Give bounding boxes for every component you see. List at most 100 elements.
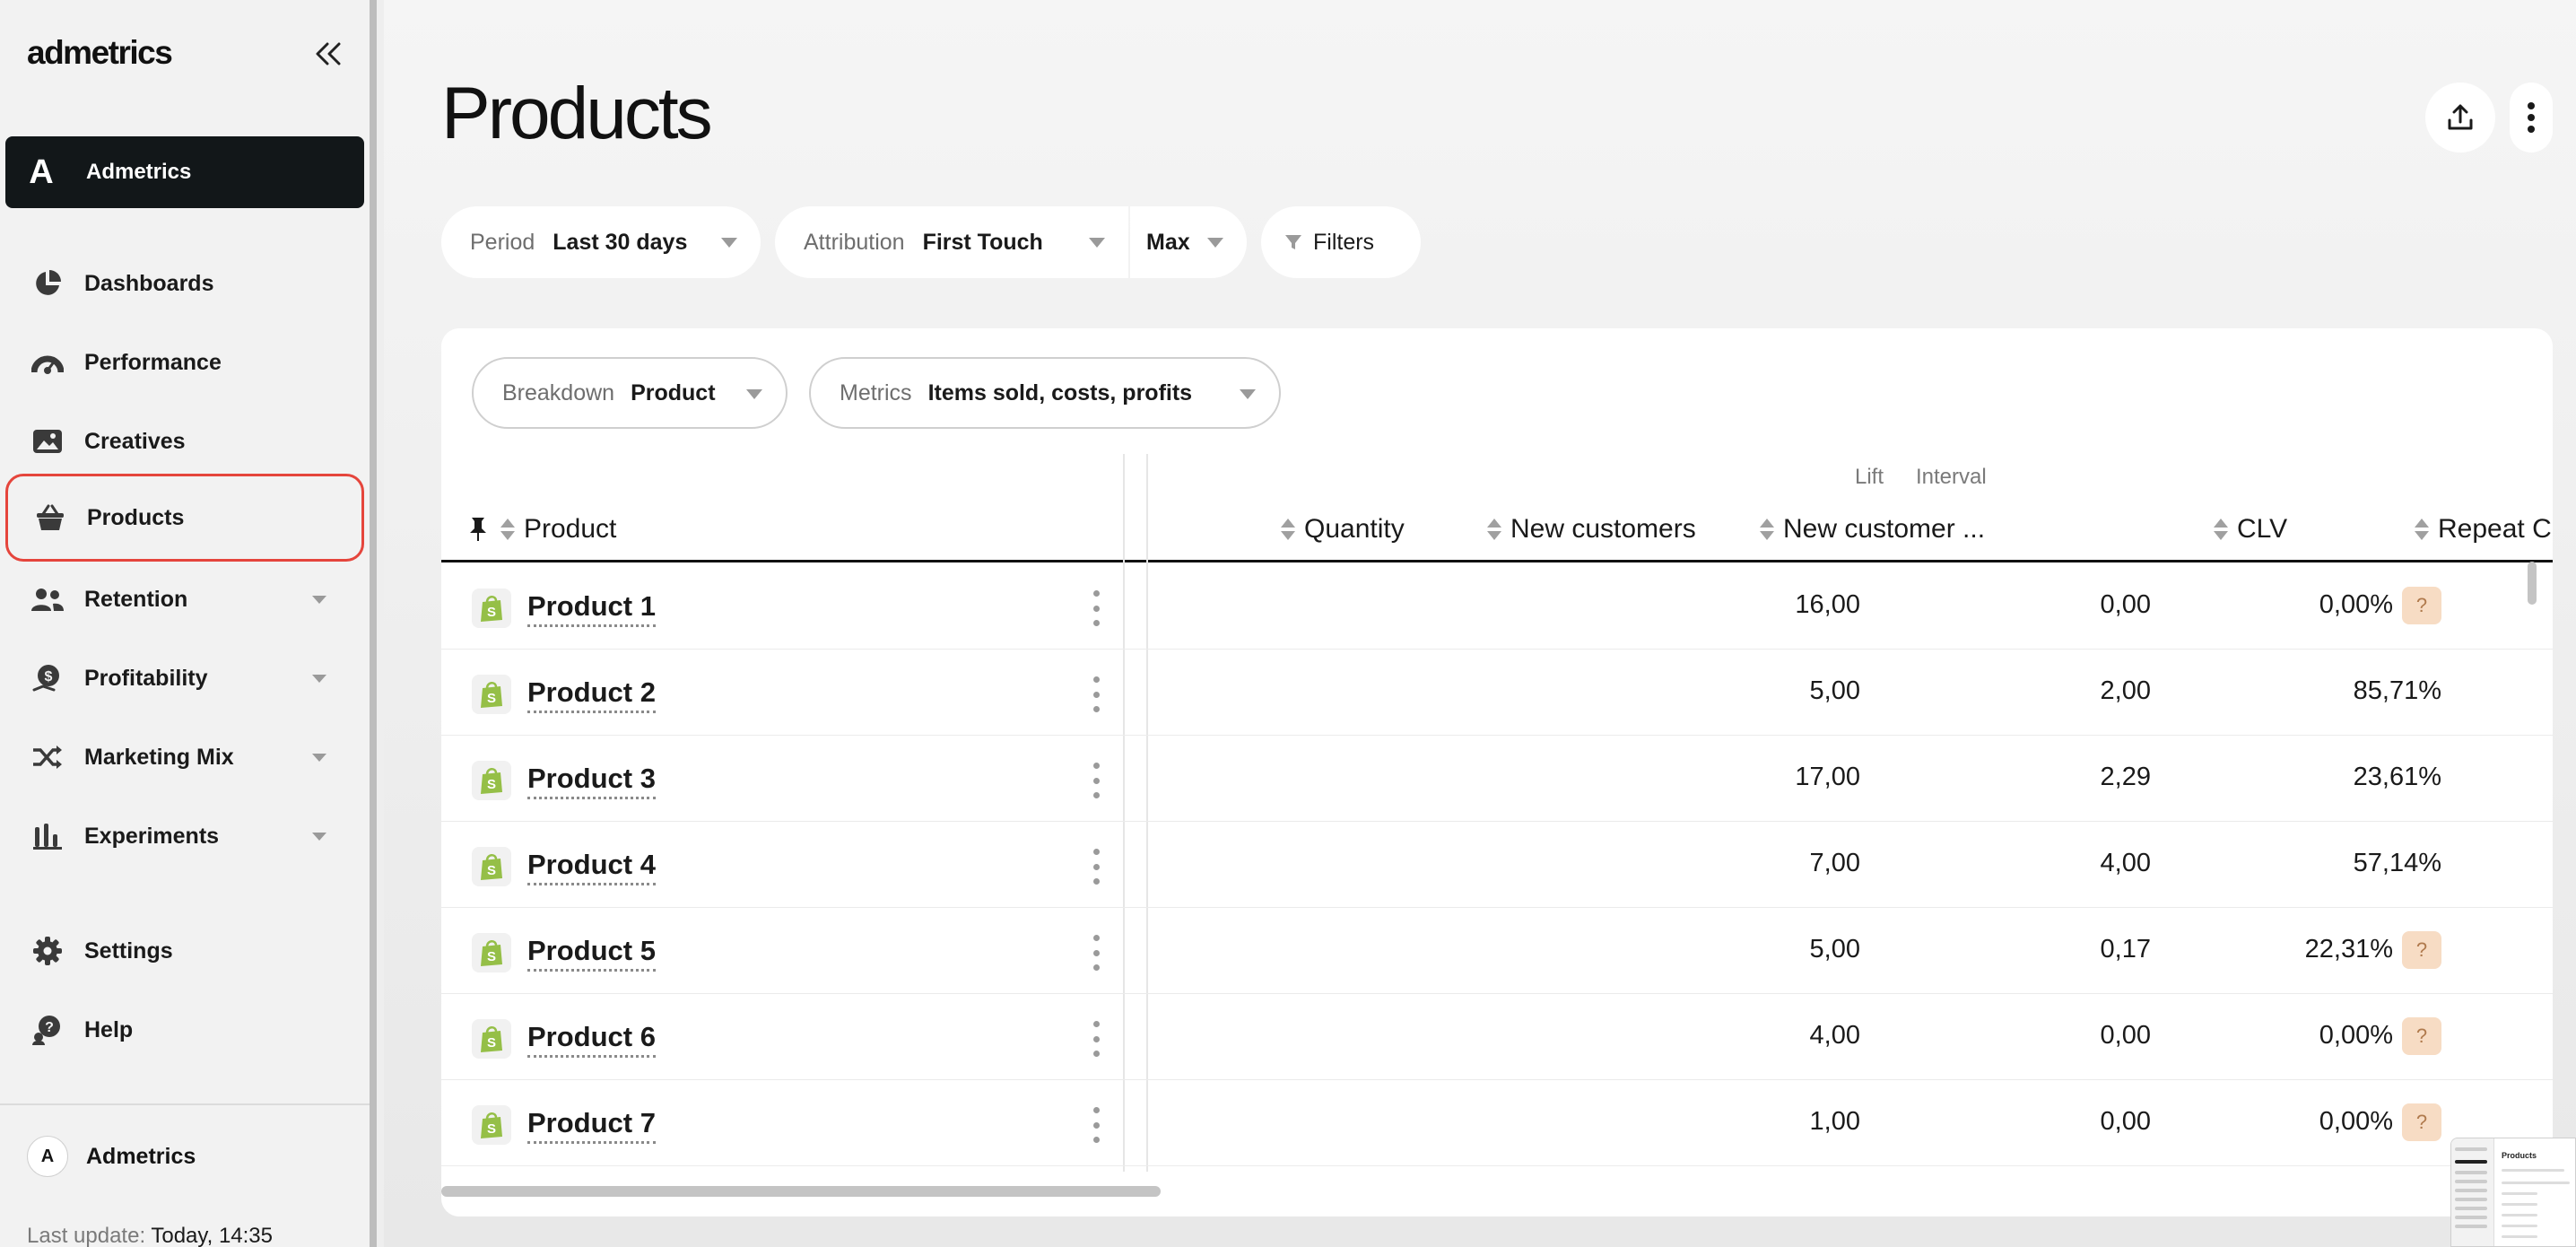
sort-icon [2214, 519, 2228, 540]
row-menu-button[interactable] [1087, 849, 1105, 885]
table-row[interactable]: SProduct 71,000,000,00%?0,00 X22 [441, 1080, 2553, 1166]
sidebar-item-label: Creatives [84, 428, 186, 454]
product-name-link[interactable]: Product 1 [527, 590, 656, 627]
lift-toggle[interactable]: Lift [1855, 465, 1884, 490]
row-menu-button[interactable] [1087, 935, 1105, 971]
table-row[interactable]: SProduct 116,000,000,00%?0,00 X-14 [441, 563, 2553, 650]
new-customer-pct-cell: 85,71% [2353, 676, 2441, 705]
column-header-clv[interactable]: CLV [2214, 508, 2287, 551]
attribution-label: Attribution [804, 229, 905, 255]
pin-icon [470, 518, 486, 541]
more-vertical-icon [1092, 763, 1100, 769]
workspace-switcher[interactable]: A Admetrics [5, 136, 364, 208]
row-menu-button[interactable] [1087, 763, 1105, 798]
new-customers-cell: 0,17 [2100, 935, 2151, 964]
table-row[interactable]: SProduct 317,002,2923,61%56,37 X11 [441, 736, 2553, 822]
breakdown-label: Breakdown [502, 379, 615, 405]
filter-icon [1285, 235, 1301, 249]
shuffle-icon [33, 746, 62, 769]
attribution-window-select[interactable]: Max [1130, 206, 1247, 278]
quantity-cell: 16,00 [1795, 590, 1860, 619]
column-header-quantity[interactable]: Quantity [1281, 508, 1405, 551]
metrics-select[interactable]: Metrics Items sold, costs, profits [809, 357, 1281, 429]
new-customer-pct-cell: 0,00% [2319, 1107, 2393, 1136]
insufficient-data-badge[interactable]: ? [2402, 1103, 2441, 1141]
more-vertical-icon [1092, 1107, 1100, 1113]
basket-icon [37, 504, 64, 530]
product-name-link[interactable]: Product 6 [527, 1021, 656, 1058]
quantity-cell: 5,00 [1809, 676, 1860, 705]
table-row[interactable]: SProduct 55,000,1722,31%?145,37 X82 [441, 908, 2553, 994]
export-button[interactable] [2425, 83, 2495, 153]
horizontal-scrollbar[interactable] [441, 1186, 1161, 1197]
help-icon: ? [32, 1016, 60, 1045]
column-header-new-customers[interactable]: New customers [1487, 508, 1696, 551]
table-row[interactable]: SProduct 47,004,0057,14%154,28 X41 [441, 822, 2553, 908]
column-header-new-customer-pct[interactable]: New customer ... [1760, 508, 1985, 551]
sidebar-item-experiments[interactable]: Experiments [5, 804, 364, 868]
sidebar-item-profitability[interactable]: $ Profitability [5, 646, 364, 711]
product-name-link[interactable]: Product 4 [527, 849, 656, 885]
column-header-label: Repeat C [2438, 514, 2552, 544]
sidebar-item-products[interactable]: Products [5, 474, 364, 562]
product-name-link[interactable]: Product 7 [527, 1107, 656, 1144]
app-logo[interactable]: admetrics [27, 34, 173, 72]
sidebar-item-help[interactable]: ? Help [5, 998, 364, 1062]
column-header-repeat[interactable]: Repeat C [2415, 508, 2552, 551]
row-menu-button[interactable] [1087, 590, 1105, 626]
table-row[interactable]: SProduct 64,000,000,00%?0,00 X61 [441, 994, 2553, 1080]
attribution-select[interactable]: Attribution First Touch [775, 206, 1128, 278]
new-customer-pct-cell: 0,00% [2319, 1021, 2393, 1050]
sidebar: admetrics A Admetrics Dashboards Perform… [0, 0, 377, 1247]
row-menu-button[interactable] [1087, 1107, 1105, 1143]
product-name-link[interactable]: Product 2 [527, 676, 656, 713]
product-name-link[interactable]: Product 5 [527, 935, 656, 972]
insufficient-data-badge[interactable]: ? [2402, 1017, 2441, 1055]
insufficient-data-badge[interactable]: ? [2402, 587, 2441, 624]
sidebar-item-dashboards[interactable]: Dashboards [5, 251, 364, 316]
insufficient-data-badge[interactable]: ? [2402, 931, 2441, 969]
interval-toggle[interactable]: Interval [1916, 465, 1987, 490]
attribution-value: First Touch [922, 229, 1043, 255]
sidebar-item-label: Settings [84, 937, 173, 964]
row-menu-button[interactable] [1087, 1021, 1105, 1057]
period-value: Last 30 days [553, 229, 688, 255]
sidebar-item-marketing-mix[interactable]: Marketing Mix [5, 725, 364, 789]
row-menu-button[interactable] [1087, 676, 1105, 712]
new-customers-cell: 0,00 [2100, 590, 2151, 619]
more-vertical-icon [1092, 935, 1100, 941]
breakdown-value: Product [631, 379, 716, 405]
shopify-icon: S [472, 933, 511, 972]
breakdown-select[interactable]: Breakdown Product [472, 357, 788, 429]
new-customers-cell: 0,00 [2100, 1107, 2151, 1136]
column-header-label: Product [524, 514, 617, 544]
sort-icon [500, 519, 515, 540]
new-customers-cell: 2,00 [2100, 676, 2151, 705]
last-update: Last update: Today, 14:35 [27, 1224, 273, 1247]
sidebar-item-retention[interactable]: Retention [5, 567, 364, 632]
thumbnail-title: Products [2502, 1151, 2537, 1160]
table-row[interactable]: SProduct 25,002,0085,71%201,11 X98 [441, 650, 2553, 736]
sidebar-item-creatives[interactable]: Creatives [5, 409, 364, 474]
sidebar-item-settings[interactable]: Settings [5, 919, 364, 983]
chevron-down-icon [312, 833, 326, 841]
sidebar-item-performance[interactable]: Performance [5, 330, 364, 395]
vertical-scrollbar[interactable] [2528, 562, 2537, 605]
collapse-sidebar-button[interactable] [309, 36, 348, 72]
svg-text:$: $ [45, 669, 53, 685]
filters-button[interactable]: Filters [1261, 206, 1421, 278]
quantity-cell: 4,00 [1809, 1021, 1860, 1050]
more-vertical-icon [2528, 102, 2535, 133]
product-name-link[interactable]: Product 3 [527, 763, 656, 799]
account-menu[interactable]: A Admetrics [27, 1136, 196, 1177]
page-title: Products [441, 73, 713, 154]
column-header-product[interactable]: Product [468, 508, 616, 551]
more-options-button[interactable] [2510, 83, 2553, 153]
metrics-value: Items sold, costs, profits [927, 379, 1193, 405]
period-select[interactable]: Period Last 30 days [441, 206, 761, 278]
sidebar-item-label: Experiments [84, 823, 220, 849]
new-customers-cell: 2,29 [2100, 763, 2151, 791]
chevron-down-icon [1207, 238, 1223, 248]
column-header-label: CLV [2237, 514, 2288, 544]
page-preview-thumbnail[interactable]: Products [2450, 1138, 2576, 1247]
